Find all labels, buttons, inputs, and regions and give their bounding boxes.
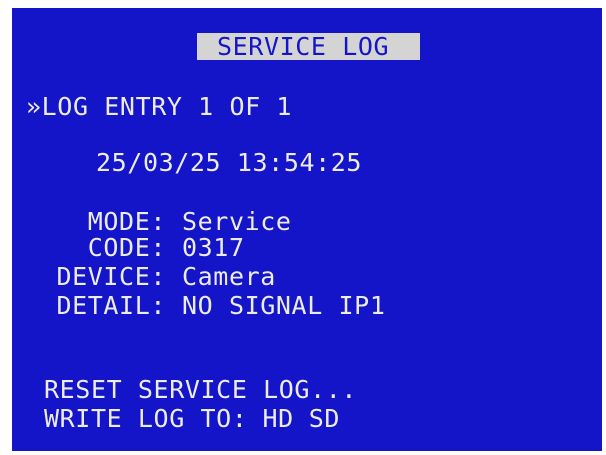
field-value-code: 0317 bbox=[182, 233, 245, 262]
log-entry-label: LOG ENTRY 1 OF 1 bbox=[41, 92, 293, 121]
log-timestamp: 25/03/25 13:54:25 bbox=[96, 148, 363, 177]
field-label-code: CODE: bbox=[87, 233, 166, 262]
selection-cursor-icon: » bbox=[26, 92, 42, 121]
field-value-mode: Service bbox=[182, 207, 292, 236]
field-value-device: Camera bbox=[182, 262, 276, 291]
service-log-screen: SERVICE LOG » LOG ENTRY 1 OF 1 25/03/25 1… bbox=[12, 8, 602, 451]
write-log-row: WRITE LOG TO: HD SD bbox=[44, 406, 340, 432]
field-label-detail: DETAIL: bbox=[56, 291, 166, 320]
field-label-mode: MODE: bbox=[87, 207, 166, 236]
write-log-label: WRITE LOG TO: bbox=[44, 404, 248, 433]
field-label-device: DEVICE: bbox=[56, 262, 166, 291]
write-log-option-sd[interactable]: SD bbox=[309, 406, 340, 432]
field-code: CODE: 0317 bbox=[30, 235, 245, 261]
log-entry-row[interactable]: » LOG ENTRY 1 OF 1 bbox=[26, 94, 292, 120]
reset-service-log-menu-item[interactable]: RESET SERVICE LOG... bbox=[44, 377, 357, 403]
field-detail: DETAIL: NO SIGNAL IP1 bbox=[30, 293, 385, 319]
field-value-detail: NO SIGNAL IP1 bbox=[182, 291, 386, 320]
field-mode: MODE: Service bbox=[30, 209, 292, 235]
page-title: SERVICE LOG bbox=[217, 32, 390, 61]
field-device: DEVICE: Camera bbox=[30, 264, 276, 290]
write-log-option-hd[interactable]: HD bbox=[262, 406, 293, 432]
